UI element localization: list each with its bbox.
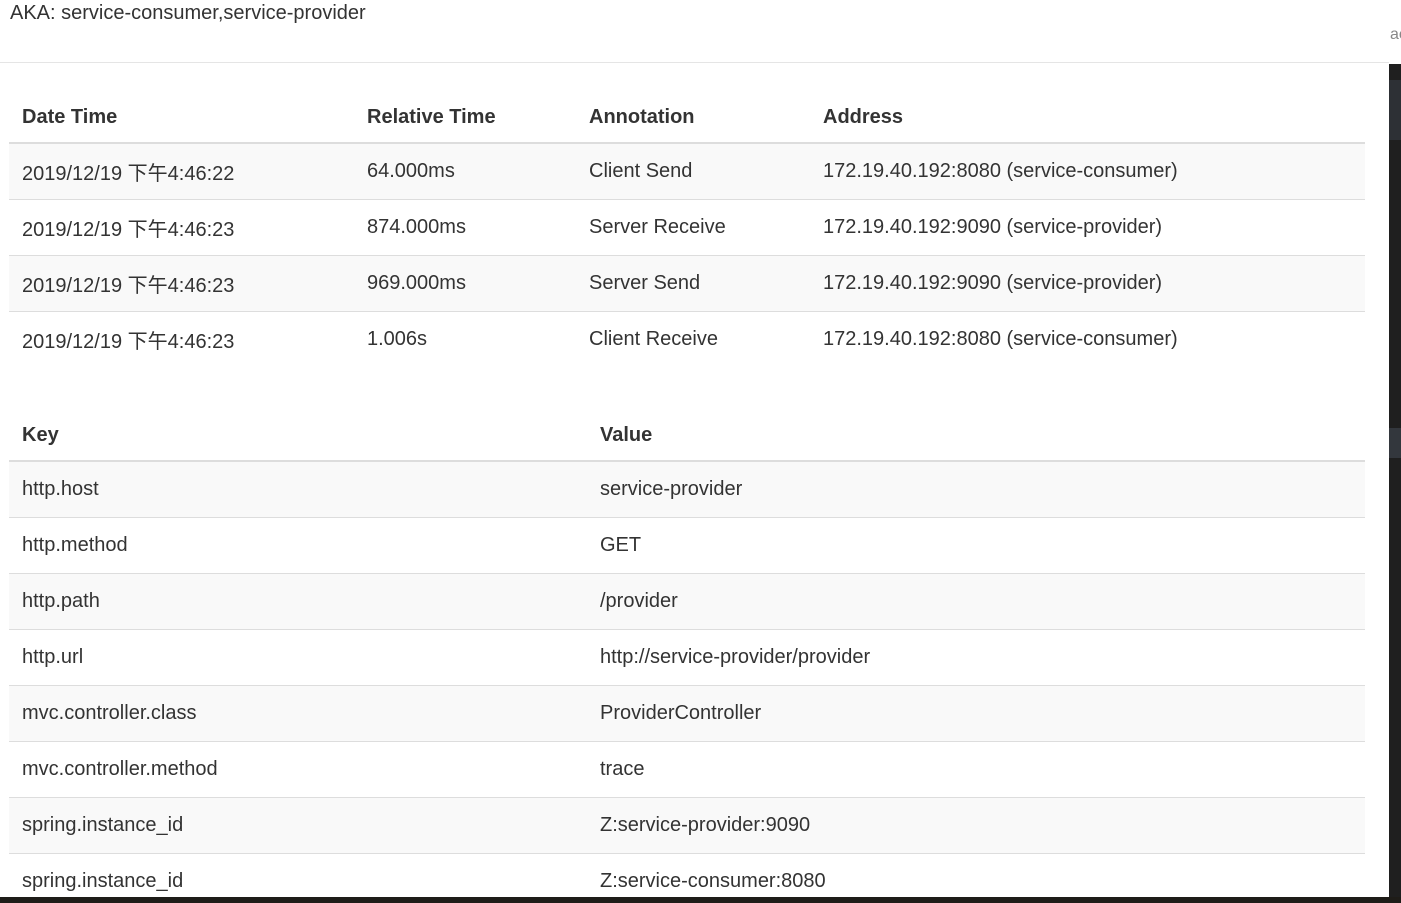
background-page-text: ac [1390, 26, 1401, 43]
tag-key-cell: mvc.controller.class [9, 685, 587, 742]
table-row: 2019/12/19 下午4:46:23 874.000ms Server Re… [9, 199, 1365, 256]
tag-value-cell: Z:service-provider:9090 [587, 797, 1365, 854]
date-time-cell: 2019/12/19 下午4:46:23 [9, 311, 354, 367]
annotation-cell: Server Send [576, 255, 810, 312]
tag-value-cell: GET [587, 517, 1365, 574]
table-row: 2019/12/19 下午4:46:23 1.006s Client Recei… [9, 311, 1365, 367]
backdrop-bottom-edge [0, 897, 1401, 903]
tag-value-cell: service-provider [587, 461, 1365, 518]
column-header-address: Address [810, 63, 1365, 144]
tag-value-cell: ProviderController [587, 685, 1365, 742]
relative-time-cell: 874.000ms [354, 199, 576, 256]
tag-key-cell: http.url [9, 629, 587, 686]
tag-value-cell: http://service-provider/provider [587, 629, 1365, 686]
table-row: mvc.controller.class ProviderController [9, 685, 1365, 742]
column-header-key: Key [9, 395, 587, 462]
aka-label: AKA: service-consumer,service-provider [10, 2, 366, 24]
annotations-header-row: Date Time Relative Time Annotation Addre… [9, 63, 1365, 144]
column-header-value: Value [587, 395, 1365, 462]
column-header-annotation: Annotation [576, 63, 810, 144]
tag-key-cell: mvc.controller.method [9, 741, 587, 798]
tag-key-cell: http.host [9, 461, 587, 518]
table-row: spring.instance_id Z:service-provider:90… [9, 797, 1365, 854]
table-row: http.url http://service-provider/provide… [9, 629, 1365, 686]
tag-key-cell: spring.instance_id [9, 797, 587, 854]
tag-key-cell: spring.instance_id [9, 853, 587, 897]
annotation-cell: Client Receive [576, 311, 810, 367]
address-cell: 172.19.40.192:9090 (service-provider) [810, 255, 1365, 312]
backdrop-band [1389, 80, 1401, 140]
table-row: spring.instance_id Z:service-consumer:80… [9, 853, 1365, 897]
address-cell: 172.19.40.192:8080 (service-consumer) [810, 143, 1365, 200]
date-time-cell: 2019/12/19 下午4:46:23 [9, 255, 354, 312]
span-detail-modal: AKA: service-consumer,service-provider D… [0, 0, 1389, 897]
tag-value-cell: trace [587, 741, 1365, 798]
table-row: http.host service-provider [9, 461, 1365, 518]
column-header-date-time: Date Time [9, 63, 354, 144]
address-cell: 172.19.40.192:8080 (service-consumer) [810, 311, 1365, 367]
annotation-cell: Server Receive [576, 199, 810, 256]
background-page-edge: ac [1389, 0, 1401, 64]
tag-value-cell: Z:service-consumer:8080 [587, 853, 1365, 897]
annotations-table: Date Time Relative Time Annotation Addre… [9, 63, 1365, 367]
date-time-cell: 2019/12/19 下午4:46:22 [9, 143, 354, 200]
table-row: 2019/12/19 下午4:46:23 969.000ms Server Se… [9, 255, 1365, 312]
table-row: http.path /provider [9, 573, 1365, 630]
table-row: mvc.controller.method trace [9, 741, 1365, 798]
modal-body: Date Time Relative Time Annotation Addre… [0, 63, 1389, 897]
tags-header-row: Key Value [9, 395, 1365, 462]
backdrop-band [1389, 428, 1401, 458]
tag-key-cell: http.method [9, 517, 587, 574]
date-time-cell: 2019/12/19 下午4:46:23 [9, 199, 354, 256]
address-cell: 172.19.40.192:9090 (service-provider) [810, 199, 1365, 256]
modal-header: AKA: service-consumer,service-provider [0, 0, 1389, 63]
tags-table: Key Value http.host service-provider htt… [9, 395, 1365, 897]
relative-time-cell: 969.000ms [354, 255, 576, 312]
tag-value-cell: /provider [587, 573, 1365, 630]
tag-key-cell: http.path [9, 573, 587, 630]
relative-time-cell: 1.006s [354, 311, 576, 367]
column-header-relative-time: Relative Time [354, 63, 576, 144]
table-row: 2019/12/19 下午4:46:22 64.000ms Client Sen… [9, 143, 1365, 200]
modal-backdrop-edge: ac [1389, 0, 1401, 903]
relative-time-cell: 64.000ms [354, 143, 576, 200]
table-row: http.method GET [9, 517, 1365, 574]
annotation-cell: Client Send [576, 143, 810, 200]
